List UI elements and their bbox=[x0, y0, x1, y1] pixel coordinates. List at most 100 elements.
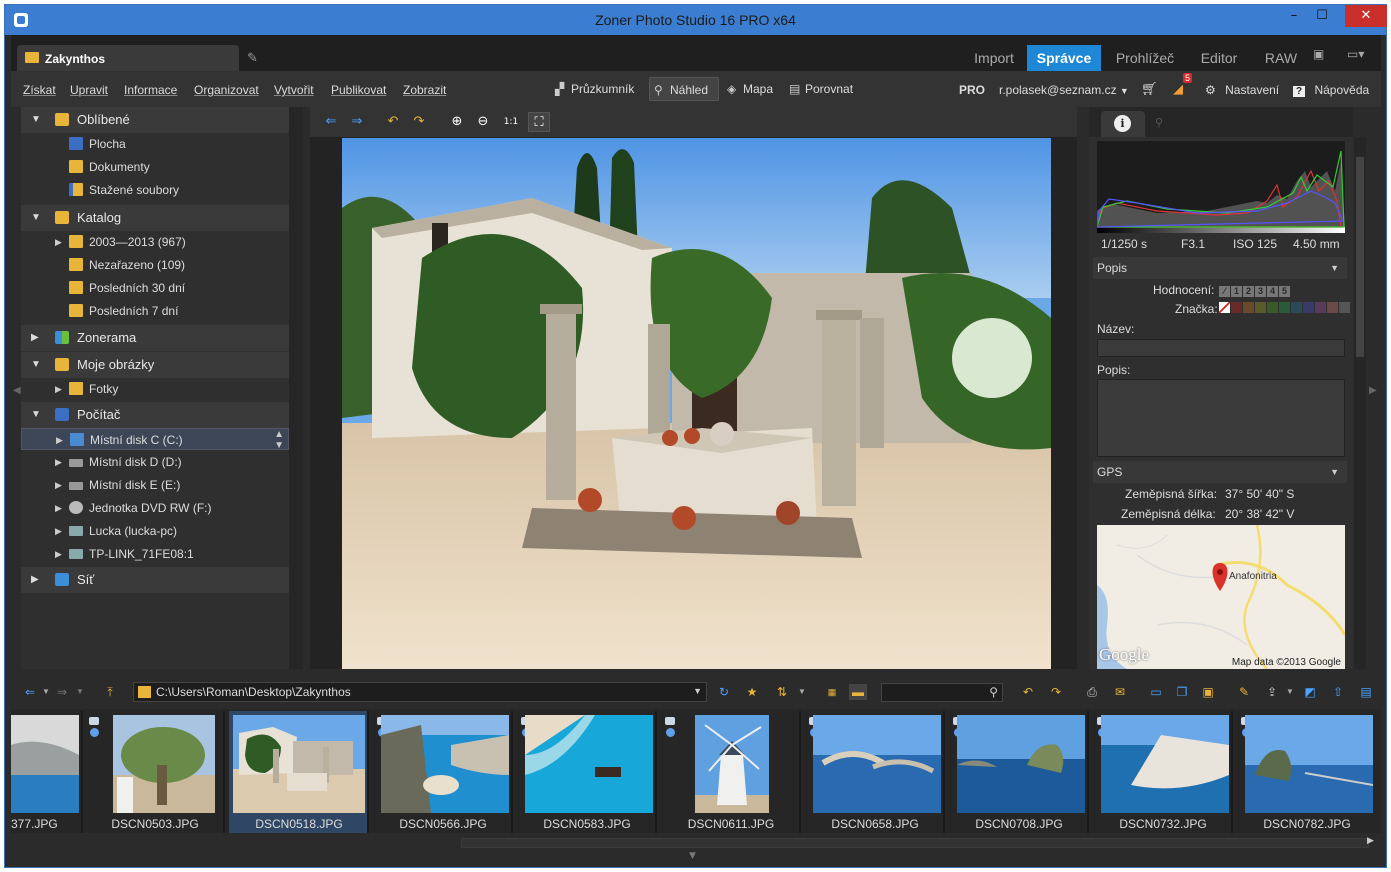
rating-star-5[interactable]: 5 bbox=[1279, 286, 1290, 297]
rating-star-4[interactable]: 4 bbox=[1267, 286, 1278, 297]
export-chevron-icon[interactable]: ▼ bbox=[1281, 684, 1299, 700]
thumbnail-item[interactable]: DSCN0611.JPG bbox=[661, 711, 801, 833]
folder-up-icon[interactable]: ⤒ bbox=[101, 684, 119, 700]
color-tag-swatch[interactable] bbox=[1339, 302, 1350, 313]
edit-tab-icon[interactable]: ✎ bbox=[247, 51, 263, 67]
menu-organizovat[interactable]: Organizovat bbox=[194, 83, 259, 97]
print-icon[interactable]: ⎙ bbox=[1083, 684, 1101, 700]
tree-item-lucka[interactable]: ▶ Lucka (lucka-pc) bbox=[21, 520, 289, 542]
thumbnail-item[interactable]: DSCN0732.JPG bbox=[1093, 711, 1233, 833]
scrollbar-thumb[interactable] bbox=[1356, 157, 1364, 357]
batch-edit-icon[interactable]: ✎ bbox=[1235, 684, 1253, 700]
menu-publikovat[interactable]: Publikovat bbox=[331, 83, 386, 97]
maximize-button[interactable]: ☐ bbox=[1308, 5, 1336, 27]
gps-section-header[interactable]: GPS ▼ bbox=[1093, 461, 1347, 483]
tab-spravce[interactable]: Správce bbox=[1027, 45, 1101, 71]
forward-arrow-icon[interactable]: ⇒ bbox=[53, 684, 71, 700]
tree-section-pictures[interactable]: ▼ Moje obrázky bbox=[21, 352, 289, 378]
color-tag-swatch[interactable] bbox=[1303, 302, 1314, 313]
tree-section-computer[interactable]: ▼ Počítač bbox=[21, 402, 289, 428]
menu-ziskat[interactable]: Získat bbox=[23, 83, 56, 97]
rss-icon[interactable]: ◢ bbox=[1173, 81, 1183, 97]
thumbnail-item[interactable]: DSCN0708.JPG bbox=[949, 711, 1089, 833]
edit-image-icon[interactable]: ◩ bbox=[1301, 684, 1319, 700]
tree-item-2003-2013[interactable]: ▶ 2003—2013 (967) bbox=[21, 231, 289, 253]
color-tag-swatch[interactable] bbox=[1243, 302, 1254, 313]
scrollbar-thumb[interactable] bbox=[461, 838, 1369, 848]
close-button[interactable]: ✕ bbox=[1345, 5, 1387, 27]
keywords-tab-icon[interactable]: ⚲ bbox=[1155, 116, 1163, 129]
slideshow-icon[interactable]: ▭ bbox=[1147, 684, 1165, 700]
tab-raw[interactable]: RAW bbox=[1255, 45, 1307, 71]
tree-item-tplink[interactable]: ▶ TP-LINK_71FE08:1 bbox=[21, 543, 289, 565]
publish-icon[interactable]: ▤ bbox=[1357, 684, 1375, 700]
sort-chevron-icon[interactable]: ▼ bbox=[793, 684, 811, 700]
rotate-right-icon[interactable]: ↷ bbox=[408, 112, 430, 132]
color-tag-swatch[interactable] bbox=[1255, 302, 1266, 313]
thumbnail-item[interactable]: DSCN0658.JPG bbox=[805, 711, 945, 833]
menu-upravit[interactable]: Upravit bbox=[70, 83, 108, 97]
rating-control[interactable]: ⁄ 1 2 3 4 5 bbox=[1219, 283, 1291, 297]
color-tag-swatch[interactable] bbox=[1231, 302, 1242, 313]
actual-size-icon[interactable]: 1:1 bbox=[500, 112, 522, 132]
title-bar[interactable]: Zoner Photo Studio 16 PRO x64 – ☐ ✕ bbox=[5, 5, 1387, 35]
tree-item-dvd[interactable]: ▶ Jednotka DVD RW (F:) bbox=[21, 497, 289, 519]
tab-prohlizec[interactable]: Prohlížeč bbox=[1105, 45, 1185, 71]
show-folders-icon[interactable]: ▬ bbox=[849, 684, 867, 700]
path-field[interactable]: C:\Users\Roman\Desktop\Zakynthos ▼ bbox=[133, 682, 707, 702]
no-color-swatch[interactable] bbox=[1219, 302, 1230, 313]
minimize-button[interactable]: – bbox=[1280, 5, 1308, 27]
tree-item-disk-c[interactable]: ▶ Místní disk C (C:) ▲ ▼ bbox=[21, 428, 289, 451]
fullscreen-icon[interactable]: ▣ bbox=[1313, 47, 1324, 61]
thumbnail-scrollbar[interactable]: ▶ bbox=[11, 835, 1381, 851]
tree-item-poslednich-7[interactable]: Posledních 7 dní bbox=[21, 300, 289, 322]
rotate-left-icon[interactable]: ↶ bbox=[382, 112, 404, 132]
color-tag-swatch[interactable] bbox=[1327, 302, 1338, 313]
chevron-down-icon[interactable]: ▼ bbox=[693, 686, 702, 696]
description-field[interactable] bbox=[1097, 379, 1345, 457]
export-icon[interactable]: ⇪ bbox=[1263, 684, 1281, 700]
tree-section-network[interactable]: ▶ Síť bbox=[21, 567, 289, 593]
upload-icon[interactable]: ⇧ bbox=[1329, 684, 1347, 700]
email-icon[interactable]: ✉ bbox=[1111, 684, 1129, 700]
fit-to-window-icon[interactable]: ⛶ bbox=[528, 112, 550, 132]
account-menu[interactable]: r.polasek@seznam.cz ▼ bbox=[999, 83, 1129, 97]
tree-section-zonerama[interactable]: ▶ Zonerama bbox=[21, 325, 289, 351]
raw-jpg-icon[interactable]: ▦ bbox=[823, 684, 841, 700]
tab-editor[interactable]: Editor bbox=[1187, 45, 1251, 71]
tab-import[interactable]: Import bbox=[957, 45, 1031, 71]
panel-collapse-grip-icon[interactable]: ▼ bbox=[689, 851, 696, 861]
menu-vytvorit[interactable]: Vytvořit bbox=[274, 83, 314, 97]
tree-item-disk-e[interactable]: ▶ Místní disk E (E:) bbox=[21, 474, 289, 496]
tree-item-stazene[interactable]: Stažené soubory bbox=[21, 179, 289, 201]
name-field[interactable] bbox=[1097, 339, 1345, 357]
refresh-icon[interactable]: ↻ bbox=[715, 684, 733, 700]
rotate-left-icon[interactable]: ↶ bbox=[1019, 684, 1037, 700]
scroll-right-icon[interactable]: ▶ bbox=[1367, 836, 1374, 846]
forward-history-chevron-icon[interactable]: ▼ bbox=[71, 684, 89, 700]
preview-photo[interactable] bbox=[342, 138, 1051, 669]
zoom-in-icon[interactable]: ⊕ bbox=[446, 112, 468, 132]
reject-rating-icon[interactable]: ⁄ bbox=[1219, 286, 1230, 297]
thumbnail-item[interactable]: DSCN0566.JPG bbox=[373, 711, 513, 833]
monitor-icon[interactable]: ▭▾ bbox=[1347, 47, 1364, 61]
tree-item-poslednich-30[interactable]: Posledních 30 dní bbox=[21, 277, 289, 299]
view-porovnat-button[interactable]: ▤ Porovnat bbox=[785, 77, 863, 101]
menu-zobrazit[interactable]: Zobrazit bbox=[403, 83, 446, 97]
help-button[interactable]: ? Nápověda bbox=[1293, 83, 1369, 97]
archive-icon[interactable]: ▣ bbox=[1199, 684, 1217, 700]
view-mapa-button[interactable]: ◈ Mapa bbox=[723, 77, 783, 101]
thumbnail-item[interactable]: 377.JPG bbox=[11, 711, 83, 833]
sort-icon[interactable]: ⇅ bbox=[773, 684, 791, 700]
thumbnail-item-selected[interactable]: DSCN0518.JPG bbox=[229, 711, 369, 833]
left-panel-scrollbar[interactable] bbox=[289, 107, 303, 669]
rotate-right-icon[interactable]: ↷ bbox=[1047, 684, 1065, 700]
next-arrow-icon[interactable]: ⇒ bbox=[346, 112, 368, 132]
view-pruzkumnik-button[interactable]: ▞ Průzkumník bbox=[551, 77, 643, 101]
color-tag-swatch[interactable] bbox=[1315, 302, 1326, 313]
color-tag-swatch[interactable] bbox=[1291, 302, 1302, 313]
right-panel-scrollbar[interactable] bbox=[1354, 137, 1366, 669]
settings-button[interactable]: ⚙ Nastavení bbox=[1205, 83, 1279, 97]
tree-item-fotky[interactable]: ▶ Fotky bbox=[21, 378, 289, 400]
cart-icon[interactable]: 🛒︎ bbox=[1141, 81, 1158, 97]
